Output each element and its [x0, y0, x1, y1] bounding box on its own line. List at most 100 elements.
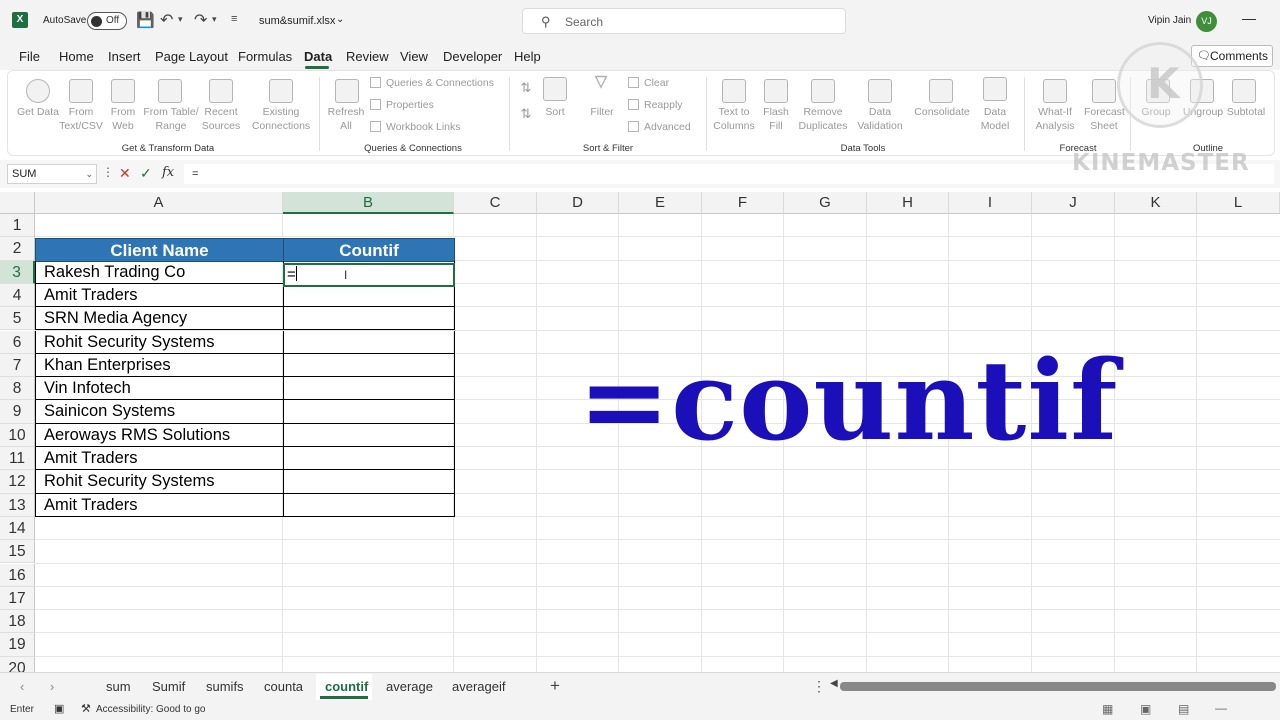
- menu-insert[interactable]: Insert: [108, 49, 141, 64]
- file-name[interactable]: sum&sumif.xlsx: [259, 15, 335, 27]
- countif-cell[interactable]: [283, 447, 455, 471]
- column-header-h[interactable]: H: [867, 192, 949, 214]
- consolidate-button[interactable]: Consolidate: [912, 105, 972, 119]
- client-name-cell[interactable]: Khan Enterprises: [35, 354, 283, 377]
- row-header-9[interactable]: 9: [0, 400, 35, 424]
- active-cell-b3[interactable]: =: [283, 263, 455, 287]
- column-header-j[interactable]: J: [1032, 192, 1115, 214]
- row-header-18[interactable]: 18: [0, 610, 35, 634]
- countif-cell[interactable]: [283, 400, 455, 424]
- row-header-17[interactable]: 17: [0, 586, 35, 611]
- macro-record-icon[interactable]: ▣: [54, 702, 64, 715]
- column-header-f[interactable]: F: [702, 192, 784, 214]
- row-header-2[interactable]: 2: [0, 237, 35, 261]
- menu-data[interactable]: Data: [304, 49, 332, 64]
- column-header-c[interactable]: C: [454, 192, 537, 214]
- sheet-tab-counta[interactable]: counta: [264, 679, 303, 694]
- countif-cell[interactable]: [283, 493, 455, 517]
- countif-cell[interactable]: [283, 283, 455, 308]
- sort-button[interactable]: Sort: [536, 105, 574, 119]
- client-name-cell[interactable]: Amit Traders: [35, 447, 283, 470]
- column-header-g[interactable]: G: [784, 192, 867, 214]
- accessibility-icon[interactable]: ⚒: [81, 702, 91, 715]
- filename-chevron-icon[interactable]: ⌄: [336, 14, 344, 25]
- recent-sources-button[interactable]: Recent Sources: [198, 105, 244, 133]
- row-header-1[interactable]: 1: [0, 214, 35, 238]
- column-header-l[interactable]: L: [1197, 192, 1280, 214]
- autosave-toggle[interactable]: Off: [87, 12, 127, 30]
- add-sheet-icon[interactable]: +: [550, 676, 560, 696]
- client-name-cell[interactable]: Sainicon Systems: [35, 400, 283, 423]
- row-header-6[interactable]: 6: [0, 330, 35, 354]
- sort-az-icon[interactable]: ⇅: [516, 81, 536, 95]
- row-header-10[interactable]: 10: [0, 423, 35, 447]
- column-header-e[interactable]: E: [619, 192, 702, 214]
- horizontal-scrollbar[interactable]: [840, 682, 1276, 691]
- avatar[interactable]: VJ: [1196, 11, 1217, 32]
- row-header-11[interactable]: 11: [0, 447, 35, 471]
- menu-file[interactable]: File: [19, 49, 40, 64]
- normal-view-icon[interactable]: ▦: [1102, 702, 1113, 716]
- what-if-analysis-button[interactable]: What-If Analysis: [1028, 105, 1082, 133]
- row-header-20[interactable]: 20: [0, 656, 35, 672]
- prev-sheet-icon[interactable]: ‹: [20, 679, 24, 694]
- table-header-countif[interactable]: Countif: [283, 238, 455, 262]
- workbook-links-button[interactable]: Workbook Links: [370, 121, 461, 133]
- sheet-tab-sumifs[interactable]: sumifs: [206, 679, 244, 694]
- undo-dropdown-icon[interactable]: ▾: [178, 14, 183, 25]
- remove-duplicates-button[interactable]: Remove Duplicates: [794, 105, 852, 133]
- row-header-13[interactable]: 13: [0, 493, 35, 517]
- flash-fill-button[interactable]: Flash Fill: [758, 105, 794, 133]
- reapply-button[interactable]: Reapply: [628, 99, 683, 111]
- countif-cell[interactable]: [283, 330, 455, 354]
- row-header-7[interactable]: 7: [0, 353, 35, 378]
- name-box[interactable]: SUM ⌄: [7, 164, 97, 184]
- refresh-all-button[interactable]: Refresh All: [325, 105, 367, 133]
- cancel-icon[interactable]: ✕: [119, 165, 131, 182]
- data-model-button[interactable]: Data Model: [971, 105, 1019, 133]
- sheet-tab-sumif[interactable]: Sumif: [152, 679, 185, 694]
- row-header-5[interactable]: 5: [0, 307, 35, 331]
- client-name-cell[interactable]: Aeroways RMS Solutions: [35, 424, 283, 447]
- row-header-14[interactable]: 14: [0, 516, 35, 541]
- menu-formulas[interactable]: Formulas: [238, 49, 292, 64]
- insert-function-icon[interactable]: fx: [162, 165, 174, 180]
- column-header-d[interactable]: D: [537, 192, 619, 214]
- column-header-b[interactable]: B: [283, 192, 454, 214]
- row-header-16[interactable]: 16: [0, 563, 35, 587]
- from-text-csv-button[interactable]: From Text/CSV: [54, 105, 108, 133]
- undo-icon[interactable]: ↶: [160, 10, 173, 30]
- text-to-columns-button[interactable]: Text to Columns: [708, 105, 760, 133]
- menu-developer[interactable]: Developer: [443, 49, 502, 64]
- sheet-tab-average[interactable]: average: [386, 679, 433, 694]
- scroll-left-icon[interactable]: ◀: [830, 678, 838, 689]
- save-icon[interactable]: 💾: [136, 11, 155, 29]
- column-header-i[interactable]: I: [949, 192, 1032, 214]
- forecast-sheet-button[interactable]: Forecast Sheet: [1084, 105, 1125, 133]
- countif-cell[interactable]: [283, 423, 455, 447]
- existing-connections-button[interactable]: Existing Connections: [248, 105, 314, 133]
- client-name-cell[interactable]: Amit Traders: [35, 494, 283, 517]
- search-box[interactable]: ⚲ Search: [522, 8, 846, 34]
- redo-dropdown-icon[interactable]: ▾: [212, 14, 217, 25]
- row-header-3[interactable]: 3: [0, 260, 35, 284]
- column-header-k[interactable]: K: [1115, 192, 1197, 214]
- scroll-splitter-icon[interactable]: ⋮: [812, 678, 826, 695]
- client-name-cell[interactable]: Rohit Security Systems: [35, 470, 283, 493]
- countif-cell[interactable]: [283, 470, 455, 494]
- sheet-tab-averageif[interactable]: averageif: [452, 679, 505, 694]
- minimize-icon[interactable]: —: [1242, 10, 1256, 26]
- zoom-out-icon[interactable]: —: [1215, 701, 1227, 715]
- countif-cell[interactable]: [283, 307, 455, 331]
- more-options-icon[interactable]: ⋮: [102, 165, 114, 179]
- menu-page-layout[interactable]: Page Layout: [155, 49, 228, 64]
- data-validation-button[interactable]: Data Validation: [850, 105, 910, 133]
- clear-button[interactable]: Clear: [628, 77, 669, 89]
- menu-help[interactable]: Help: [514, 49, 541, 64]
- comments-button[interactable]: 🗨 Comments: [1191, 45, 1273, 67]
- subtotal-button[interactable]: Subtotal: [1224, 105, 1268, 119]
- advanced-button[interactable]: Advanced: [628, 121, 691, 133]
- customize-qat-icon[interactable]: ≡: [231, 13, 237, 25]
- queries-connections-button[interactable]: Queries & Connections: [370, 77, 494, 89]
- menu-view[interactable]: View: [400, 49, 428, 64]
